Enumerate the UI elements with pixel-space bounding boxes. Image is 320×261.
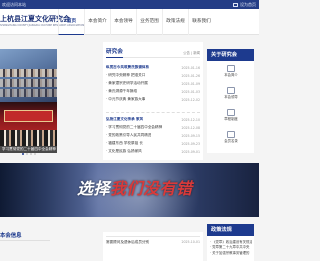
about-members-link[interactable]: 会员名录 bbox=[221, 131, 241, 144]
bottom-section: 本会信息 常委顾问及退休后成员分别 2025-10-01 政策法规 · 《党章》… bbox=[0, 224, 259, 261]
divider bbox=[106, 112, 200, 113]
logo-english-name: SHANGHANG COUNTY JIANGXIA CULTURE RESEAR… bbox=[0, 24, 85, 27]
nav-about[interactable]: 本会简介 bbox=[84, 9, 110, 35]
document-icon bbox=[227, 109, 235, 116]
site-header: 上杭县江夏文化研究会 SHANGHANG COUNTY JIANGXIA CUL… bbox=[0, 9, 259, 35]
set-homepage-link[interactable]: 设为首页 bbox=[233, 1, 256, 8]
set-homepage-label: 设为首页 bbox=[240, 2, 256, 7]
about-intro-link[interactable]: 本会简介 bbox=[221, 65, 241, 78]
about-association-title: 关于研究会 bbox=[207, 49, 254, 61]
nav-home[interactable]: 首页 bbox=[58, 9, 84, 35]
news-slideshow[interactable]: 学习贯彻党的二十届四中全会精神 bbox=[0, 49, 57, 153]
main-nav: 首页 本会简介 本会领导 业务范围 政策法规 联系我们 bbox=[58, 9, 214, 35]
site-logo[interactable]: 上杭县江夏文化研究会 SHANGHANG COUNTY JIANGXIA CUL… bbox=[0, 14, 85, 30]
nav-contact[interactable]: 联系我们 bbox=[188, 9, 214, 35]
policy-panel-title: 政策法规 bbox=[207, 224, 254, 236]
policy-list: · 《党章》政治建设有关规定 · 党章第二十九章中共中央 · 关于加强宗教事务管… bbox=[207, 236, 254, 256]
research-panel-header: 研究会 公告 | 新闻 bbox=[106, 48, 200, 58]
slide-photo-ceremony bbox=[0, 102, 57, 146]
list-item[interactable]: · 黄氏溯源千年脉络 2025-01-03 bbox=[106, 88, 200, 96]
slideshow-pagination bbox=[0, 153, 57, 157]
slide-dot[interactable] bbox=[29, 153, 32, 155]
divider bbox=[106, 236, 200, 237]
book-icon bbox=[227, 131, 235, 138]
slide-dot[interactable] bbox=[33, 153, 36, 155]
about-charter-link[interactable]: 章程制度 bbox=[221, 109, 241, 122]
news-list: 纵贯古今共筑黄氏族谱体系 2025-01-16 · 研究中央精神 把准关口 2025… bbox=[106, 64, 200, 103]
list-item[interactable]: · 学习贯彻党的二十届四中全会精神 2025-12-08 bbox=[106, 124, 200, 132]
nav-business-scope[interactable]: 业务范围 bbox=[136, 9, 162, 35]
research-panel-tabs[interactable]: 公告 | 新闻 bbox=[183, 50, 200, 56]
about-leaders-link[interactable]: 本会领导 bbox=[221, 87, 241, 100]
list-item[interactable]: 纵贯古今共筑黄氏族谱体系 2025-01-16 bbox=[106, 64, 200, 72]
slide-dot[interactable] bbox=[21, 153, 24, 155]
list-item[interactable]: · 中元节庆典 黄家族大事 2025-12-02 bbox=[106, 96, 200, 104]
banner-slogan: 选择我们没有错 bbox=[77, 179, 193, 198]
people-icon bbox=[227, 87, 235, 94]
association-info-list: 常委顾问及退休后成员分别 2025-10-01 bbox=[103, 232, 203, 261]
top-bar: 欢迎访问本站 设为首页 bbox=[0, 0, 259, 9]
home-icon bbox=[233, 2, 238, 7]
policy-panel: 政策法规 · 《党章》政治建设有关规定 · 党章第二十九章中共中央 · 关于加强… bbox=[207, 224, 254, 261]
slogan-banner: 选择我们没有错 bbox=[0, 163, 259, 217]
slide-caption[interactable]: 学习贯彻党的二十届四中全会精神 bbox=[0, 146, 57, 153]
building-icon bbox=[227, 65, 235, 72]
association-info-block: 本会信息 bbox=[0, 232, 50, 261]
welcome-text: 欢迎访问本站 bbox=[2, 2, 26, 7]
list-item[interactable]: · 关于加强宗教事务管理的 bbox=[210, 251, 252, 256]
main-content: 学习贯彻党的二十届四中全会精神 研究会 公告 | 新闻 纵贯古今共筑黄氏族谱体系… bbox=[0, 42, 259, 162]
news-list: 弘扬江夏文化传承 家风 2025-12-10 · 学习贯彻党的二十届四中全会精神 2… bbox=[106, 116, 200, 155]
slide-dot[interactable] bbox=[25, 153, 28, 155]
slide-photo-meeting bbox=[0, 49, 57, 102]
about-association-panel: 关于研究会 本会简介 本会领导 章程制度 会员名录 bbox=[207, 49, 254, 153]
list-item[interactable]: · 福建东西 学校祭祖 长 2025-09-23 bbox=[106, 140, 200, 148]
research-news-panel: 研究会 公告 | 新闻 纵贯古今共筑黄氏族谱体系 2025-01-16 · 研究中… bbox=[103, 42, 203, 160]
list-item[interactable]: · 文化是民族 弘扬家风 2025-09-01 bbox=[106, 148, 200, 156]
section-title[interactable]: 本会信息 bbox=[0, 232, 50, 240]
list-item[interactable]: · 研究中央精神 把准关口 2025-01-26 bbox=[106, 72, 200, 80]
list-item[interactable]: 常委顾问及退休后成员分别 2025-10-01 bbox=[106, 240, 200, 245]
list-item[interactable]: · 黄家潭宗史研学活动开展 2025-01-09 bbox=[106, 80, 200, 88]
divider bbox=[0, 240, 50, 241]
nav-leaders[interactable]: 本会领导 bbox=[110, 9, 136, 35]
list-item[interactable]: · 党的政策引导人民共同精进 2025-09-15 bbox=[106, 132, 200, 140]
logo-chinese-name: 上杭县江夏文化研究会 bbox=[0, 14, 70, 23]
nav-policies[interactable]: 政策法规 bbox=[162, 9, 188, 35]
research-panel-title[interactable]: 研究会 bbox=[106, 48, 123, 58]
list-item[interactable]: 弘扬江夏文化传承 家风 2025-12-10 bbox=[106, 116, 200, 124]
